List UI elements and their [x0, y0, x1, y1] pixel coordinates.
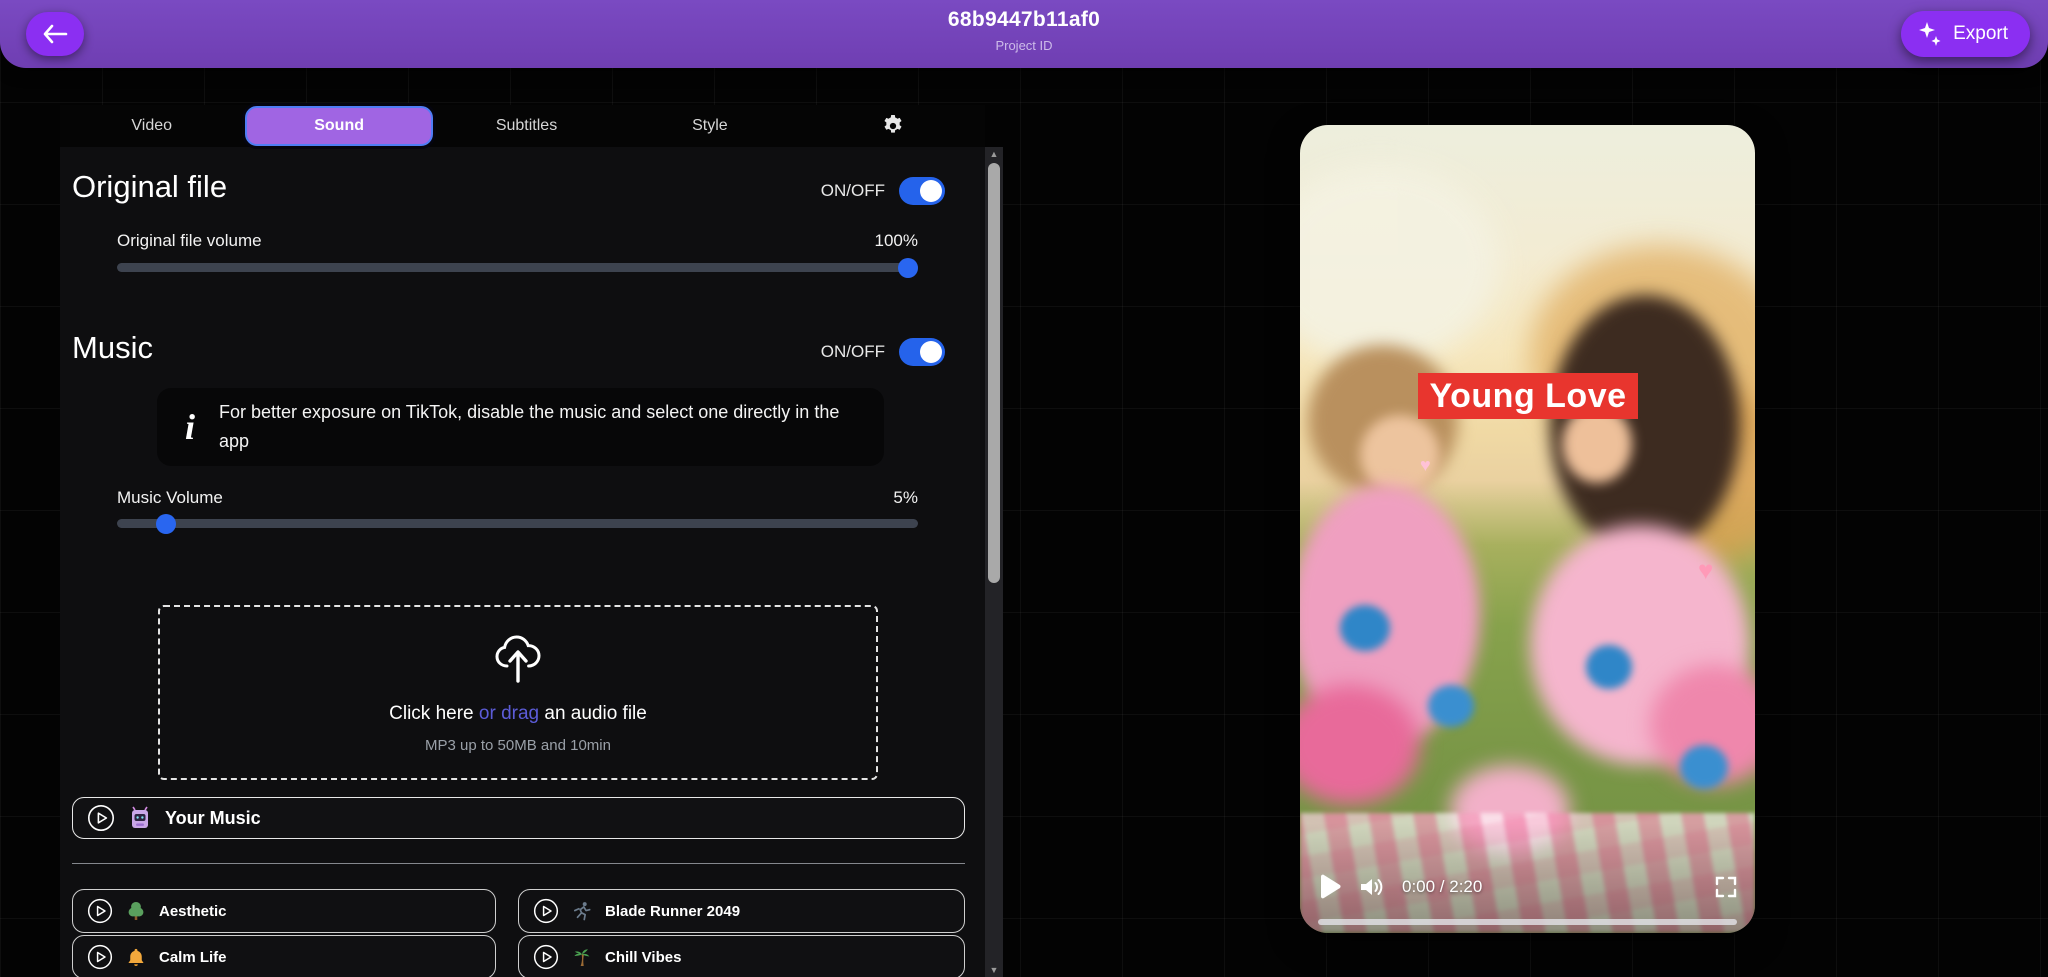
editor-tabbar: Video Sound Subtitles Style — [60, 105, 985, 147]
play-circle-icon[interactable] — [87, 898, 113, 924]
tree-emoji-icon — [127, 901, 145, 921]
fullscreen-icon[interactable] — [1715, 876, 1737, 898]
music-item-chill-vibes[interactable]: Chill Vibes — [518, 935, 965, 977]
scroll-up-arrow[interactable]: ▲ — [985, 147, 1003, 161]
upload-constraints: MP3 up to 50MB and 10min — [425, 737, 611, 754]
video-title-overlay: Young Love — [1418, 373, 1638, 419]
original-volume-slider-thumb[interactable] — [898, 258, 918, 278]
bell-emoji-icon — [127, 947, 145, 967]
library-divider — [72, 863, 965, 864]
music-volume-slider[interactable] — [117, 519, 918, 528]
heart-decoration: ♥ — [1698, 555, 1713, 586]
video-preview[interactable]: ♥ ♥ Young Love 0:00 / 2:20 — [1300, 125, 1755, 933]
play-button-icon[interactable] — [1318, 874, 1342, 900]
upload-text-accent: or drag — [479, 703, 539, 724]
upload-instruction: Click here or drag an audio file — [389, 703, 647, 725]
gear-icon — [882, 115, 904, 137]
play-circle-icon[interactable] — [87, 944, 113, 970]
upload-text-start: Click here — [389, 703, 479, 724]
scroll-down-arrow[interactable]: ▼ — [985, 963, 1003, 977]
time-display: 0:00 / 2:20 — [1402, 877, 1482, 897]
heart-decoration: ♥ — [1420, 455, 1431, 476]
original-volume-slider[interactable] — [117, 263, 918, 272]
original-file-toggle[interactable] — [899, 177, 945, 205]
original-file-toggle-label: ON/OFF — [821, 181, 885, 201]
palm-tree-emoji-icon — [573, 947, 591, 967]
original-file-heading: Original file — [72, 169, 227, 205]
music-item-blade-runner[interactable]: Blade Runner 2049 — [518, 889, 965, 933]
your-music-label: Your Music — [165, 808, 261, 829]
blue-bird — [1586, 645, 1632, 689]
tiktok-info-box: i For better exposure on TikTok, disable… — [157, 388, 884, 466]
progress-bar[interactable] — [1318, 919, 1737, 925]
app-root: 68b9447b11af0 Project ID Export Video So… — [0, 0, 2048, 977]
info-icon: i — [185, 409, 195, 445]
export-button-label: Export — [1953, 23, 2008, 45]
tab-settings[interactable] — [802, 105, 985, 147]
music-toggle-label: ON/OFF — [821, 342, 885, 362]
project-id-subtitle: Project ID — [0, 38, 2048, 53]
sky-glow — [1300, 165, 1500, 365]
cloud-upload-icon — [491, 631, 545, 689]
audio-upload-dropzone[interactable]: Click here or drag an audio file MP3 up … — [158, 605, 878, 780]
blue-bird — [1428, 685, 1474, 727]
music-toggle[interactable] — [899, 338, 945, 366]
music-item-aesthetic[interactable]: Aesthetic — [72, 889, 496, 933]
original-volume-value: 100% — [875, 231, 918, 251]
play-circle-icon[interactable] — [87, 804, 115, 832]
tab-subtitles-label: Subtitles — [496, 117, 557, 135]
blue-bird — [1340, 605, 1390, 651]
toggle-knob — [920, 341, 942, 363]
music-volume-value: 5% — [893, 488, 918, 508]
music-volume-label: Music Volume — [117, 488, 223, 508]
top-bar: 68b9447b11af0 Project ID Export — [0, 0, 2048, 68]
tab-style[interactable]: Style — [618, 105, 801, 147]
toggle-knob — [920, 180, 942, 202]
music-item-label: Chill Vibes — [605, 949, 681, 966]
play-circle-icon[interactable] — [533, 944, 559, 970]
player-controls: 0:00 / 2:20 — [1300, 865, 1755, 909]
music-item-label: Calm Life — [159, 949, 227, 966]
tab-sound-label: Sound — [314, 117, 364, 135]
project-id-title: 68b9447b11af0 — [0, 8, 2048, 32]
tab-style-label: Style — [692, 117, 728, 135]
panel-scrollbar[interactable]: ▲ ▼ — [985, 147, 1003, 977]
play-circle-icon[interactable] — [533, 898, 559, 924]
music-volume-slider-thumb[interactable] — [156, 514, 176, 534]
sound-settings-panel: Original file ON/OFF Original file volum… — [60, 147, 985, 977]
tiktok-info-text: For better exposure on TikTok, disable t… — [219, 398, 856, 456]
music-heading: Music — [72, 330, 153, 366]
scrollbar-thumb[interactable] — [988, 163, 1000, 583]
tab-sound[interactable]: Sound — [245, 106, 432, 146]
export-button[interactable]: Export — [1901, 11, 2030, 57]
runner-emoji-icon — [573, 901, 591, 921]
robot-emoji-icon — [129, 806, 151, 830]
music-item-label: Blade Runner 2049 — [605, 903, 740, 920]
tab-video-label: Video — [131, 117, 172, 135]
music-item-label: Aesthetic — [159, 903, 227, 920]
sparkles-icon — [1917, 20, 1943, 48]
tab-subtitles[interactable]: Subtitles — [435, 105, 618, 147]
original-volume-label: Original file volume — [117, 231, 262, 251]
your-music-row[interactable]: Your Music — [72, 797, 965, 839]
upload-text-end: an audio file — [539, 703, 647, 724]
tab-video[interactable]: Video — [60, 105, 243, 147]
blue-bird — [1680, 745, 1728, 789]
music-item-calm-life[interactable]: Calm Life — [72, 935, 496, 977]
volume-icon[interactable] — [1358, 875, 1386, 899]
